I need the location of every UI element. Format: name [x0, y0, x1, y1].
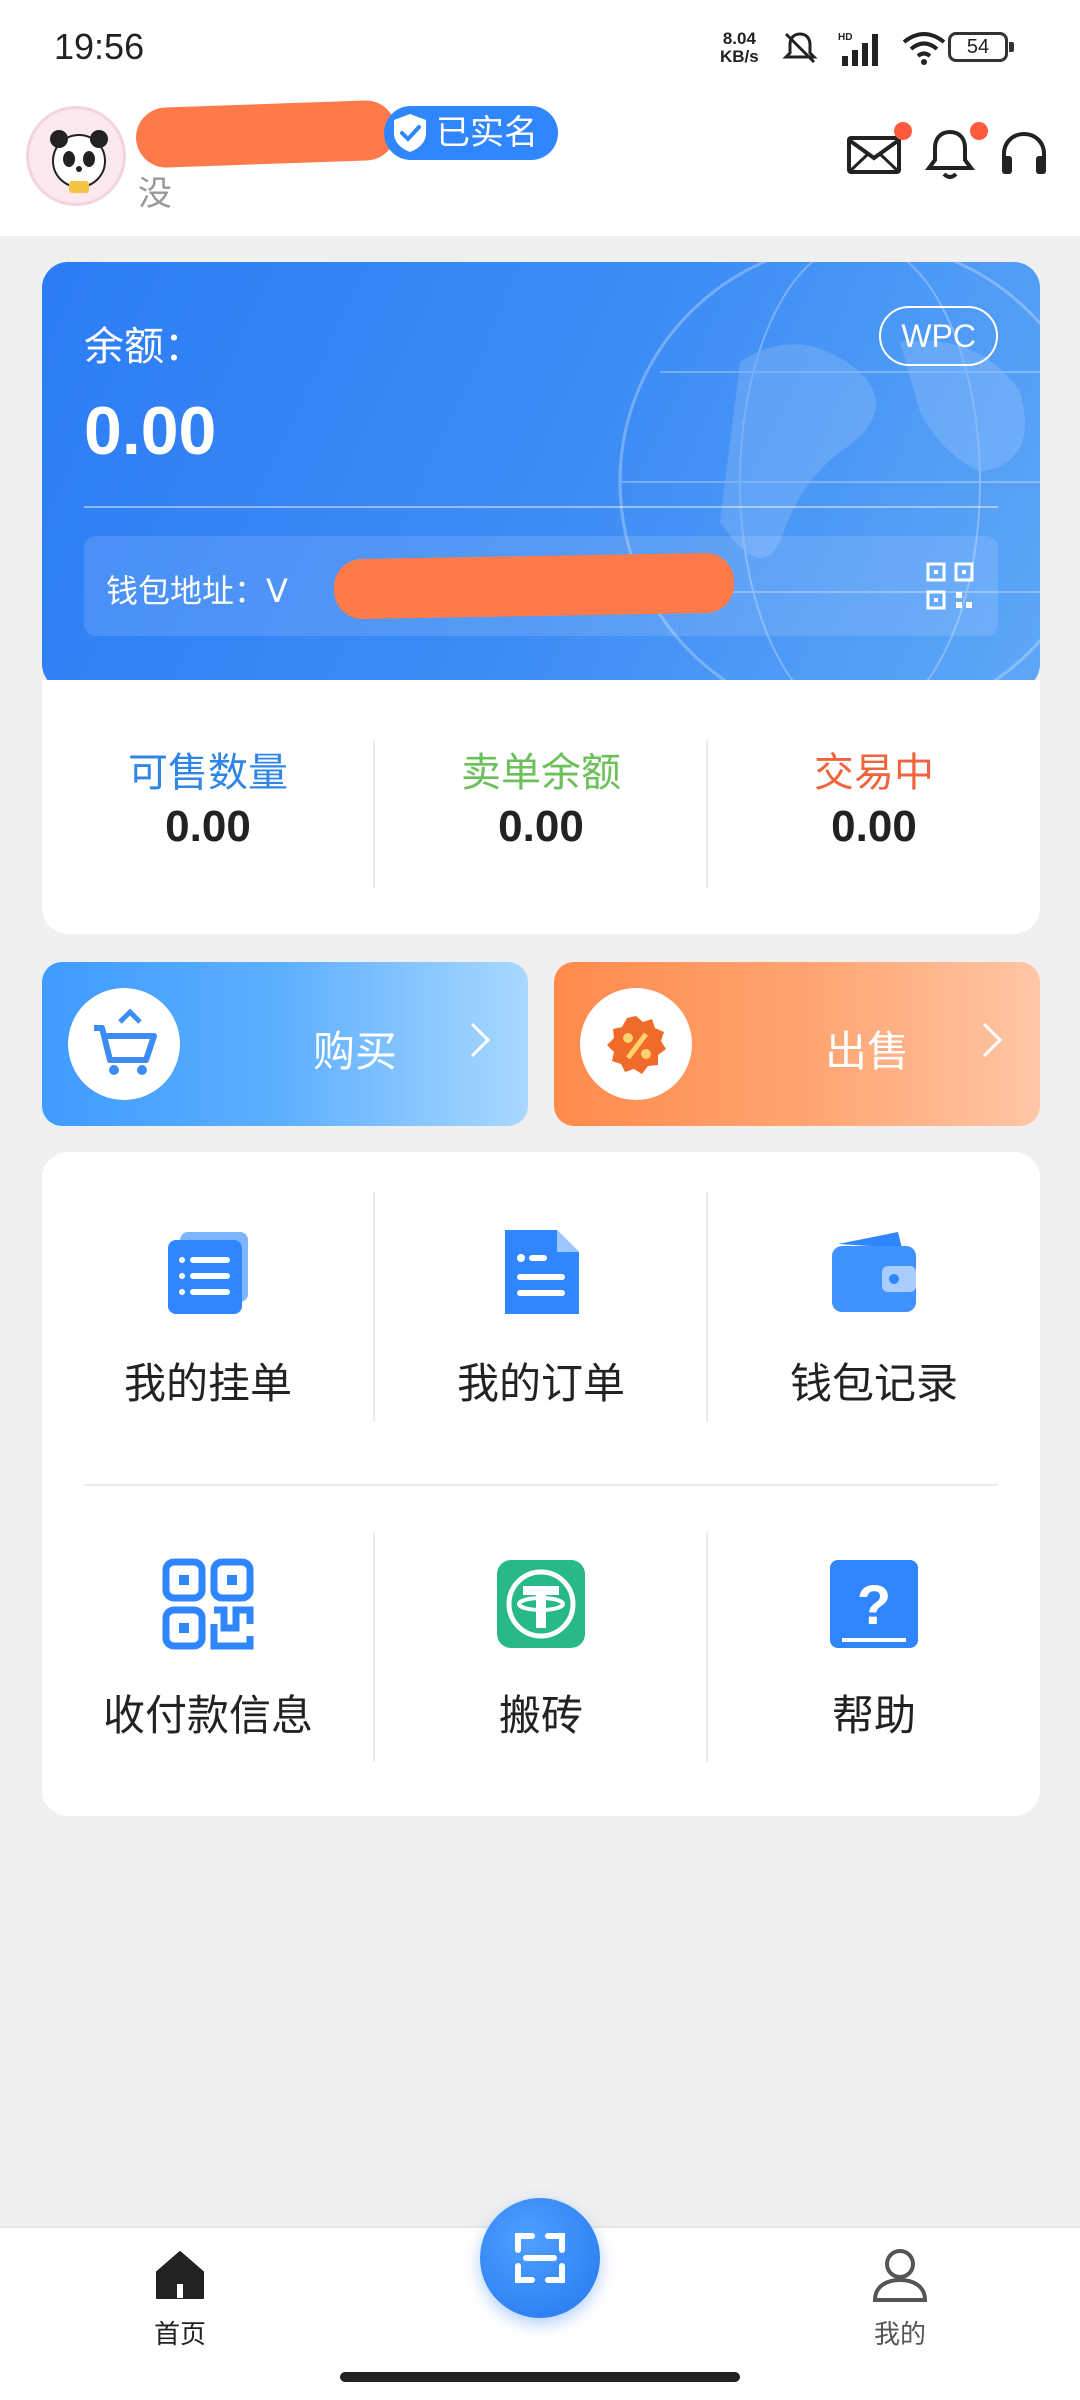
bell-unread-dot: [970, 122, 988, 140]
network-speed: 8.04 KB/s: [720, 30, 759, 66]
signal-icon: HD: [838, 32, 878, 66]
menu-item-payment-info[interactable]: 收付款信息: [42, 1558, 374, 1743]
wallet-icon: [832, 1232, 916, 1312]
wallet-address-row[interactable]: 钱包地址：V: [84, 536, 998, 636]
bell-icon: [925, 129, 975, 179]
scan-button[interactable]: [480, 2198, 600, 2318]
menu-item-my-orders[interactable]: 我的订单: [375, 1226, 707, 1411]
mute-icon: [782, 32, 818, 64]
chevron-right-icon: [470, 1022, 491, 1058]
menu-divider-v: [373, 1192, 375, 1422]
svg-text:?: ?: [857, 1573, 891, 1636]
shield-check-icon: [394, 114, 426, 152]
sell-label: 出售: [824, 1027, 909, 1076]
menu-divider: [84, 1484, 998, 1486]
menu-item-help[interactable]: ? 帮助: [708, 1558, 1040, 1743]
wifi-icon: [902, 32, 946, 65]
menu-label-help: 帮助: [831, 1691, 916, 1740]
menu-label-my-listings: 我的挂单: [123, 1359, 292, 1408]
network-speed-value: 8.04: [722, 29, 756, 48]
user-icon: [872, 2249, 928, 2302]
menu-item-wallet-records[interactable]: 钱包记录: [708, 1226, 1040, 1411]
scan-icon: [515, 2233, 565, 2283]
qr-code-icon[interactable]: [926, 562, 974, 610]
menu-label-my-orders: 我的订单: [456, 1359, 625, 1408]
balance-value: 0.00: [84, 393, 217, 469]
menu-divider-v: [706, 1192, 708, 1422]
stat-available: 可售数量 0.00: [42, 740, 374, 852]
headset-icon: [1002, 131, 1046, 174]
redacted-address: [333, 552, 735, 620]
stat-sell-balance-value: 0.00: [498, 802, 584, 851]
menu-item-my-listings[interactable]: 我的挂单: [42, 1226, 374, 1411]
status-bar: 19:56 8.04 KB/s HD 54: [0, 0, 1080, 96]
chevron-right-icon: [982, 1022, 1003, 1058]
menu-label-arbitrage: 搬砖: [498, 1691, 583, 1740]
menu-item-arbitrage[interactable]: 搬砖: [375, 1558, 707, 1743]
user-header: 已实名 没: [0, 96, 1080, 236]
wallet-address-label: 钱包地址：V: [106, 572, 288, 610]
wallet-divider: [84, 506, 998, 508]
nav-home-label: 首页: [153, 2320, 206, 2350]
stat-sell-balance-label: 卖单余额: [461, 750, 621, 796]
stat-available-label: 可售数量: [128, 750, 288, 796]
balance-label: 余额：: [84, 324, 204, 370]
battery-indicator: 54: [948, 32, 1014, 62]
messages-button[interactable]: [846, 122, 912, 186]
svg-text:HD: HD: [838, 32, 852, 43]
nav-home[interactable]: 首页: [100, 2246, 260, 2351]
redacted-username: [135, 99, 397, 169]
notifications-button[interactable]: [922, 122, 988, 186]
menu-label-payment-info: 收付款信息: [102, 1691, 313, 1740]
home-icon: [156, 2251, 204, 2299]
mail-unread-dot: [894, 122, 912, 140]
buy-button[interactable]: 购买: [42, 962, 528, 1126]
qr-code-icon: [162, 1558, 254, 1650]
order-list-icon: [168, 1232, 248, 1314]
verified-label: 已实名: [436, 113, 538, 153]
nav-mine-label: 我的: [873, 2320, 926, 2350]
mail-icon: [847, 136, 901, 174]
status-time: 19:56: [54, 26, 145, 67]
home-indicator: [340, 2372, 740, 2382]
stat-trading-value: 0.00: [831, 802, 917, 851]
stats-card: 可售数量 0.00 卖单余额 0.00 交易中 0.00: [42, 680, 1040, 934]
stat-sell-balance: 卖单余额 0.00: [375, 740, 707, 852]
buy-label: 购买: [312, 1027, 397, 1076]
network-speed-unit: KB/s: [720, 47, 759, 66]
help-icon: ?: [830, 1560, 918, 1648]
stat-trading: 交易中 0.00: [708, 740, 1040, 852]
sell-button[interactable]: 出售: [554, 962, 1040, 1126]
panda-avatar-icon: [50, 130, 108, 193]
stat-available-value: 0.00: [165, 802, 251, 851]
nav-mine[interactable]: 我的: [820, 2246, 980, 2351]
avatar[interactable]: [26, 106, 126, 206]
document-icon: [505, 1230, 579, 1314]
user-subname: 没: [138, 174, 172, 214]
stat-trading-label: 交易中: [814, 750, 934, 796]
status-icons: HD: [780, 28, 946, 68]
coin-badge[interactable]: WPC: [879, 306, 998, 366]
wallet-card: 余额： 0.00 WPC 钱包地址：V: [42, 262, 1040, 690]
menu-grid: 我的挂单 我的订单 钱包记录 收付款信息 搬砖 ? 帮助: [42, 1152, 1040, 1816]
menu-label-wallet-records: 钱包记录: [789, 1359, 958, 1408]
tether-icon: [497, 1560, 585, 1648]
verified-badge: 已实名: [384, 106, 558, 160]
support-button[interactable]: [996, 126, 1056, 186]
